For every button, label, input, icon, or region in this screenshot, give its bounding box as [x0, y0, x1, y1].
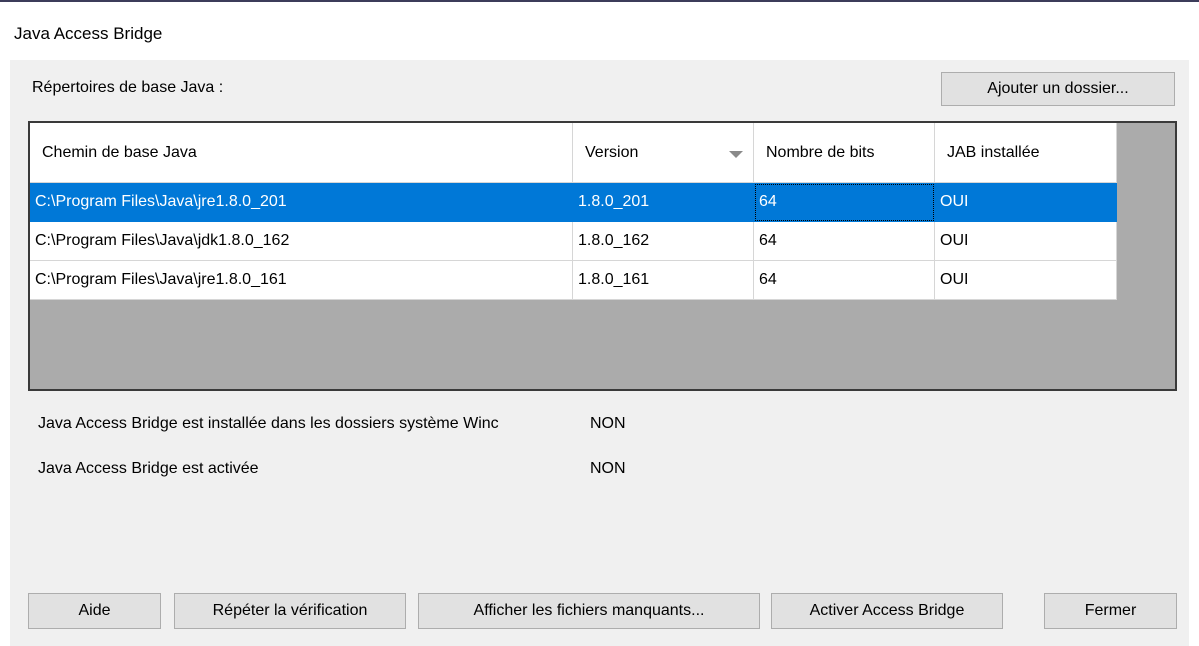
help-button[interactable]: Aide: [28, 593, 161, 629]
cell-path[interactable]: C:\Program Files\Java\jdk1.8.0_162: [30, 222, 573, 261]
cell-bits[interactable]: 64: [754, 183, 935, 222]
column-header-path[interactable]: Chemin de base Java: [30, 123, 573, 183]
table-row[interactable]: C:\Program Files\Java\jre1.8.0_161 1.8.0…: [30, 261, 1117, 300]
cell-jab[interactable]: OUI: [935, 183, 1117, 222]
enable-access-bridge-button[interactable]: Activer Access Bridge: [771, 593, 1003, 629]
cell-bits[interactable]: 64: [754, 261, 935, 300]
close-button[interactable]: Fermer: [1044, 593, 1177, 629]
cell-path[interactable]: C:\Program Files\Java\jre1.8.0_201: [30, 183, 573, 222]
java-home-grid[interactable]: Chemin de base Java Version Nombre de bi…: [28, 121, 1177, 391]
window-title: Java Access Bridge: [14, 24, 163, 43]
column-header-version[interactable]: Version: [573, 123, 754, 183]
jab-enabled-label: Java Access Bridge est activée: [38, 460, 259, 477]
title-bar: Java Access Bridge: [0, 2, 1199, 60]
cell-version[interactable]: 1.8.0_201: [573, 183, 754, 222]
jab-installed-label: Java Access Bridge est installée dans le…: [38, 415, 499, 432]
cell-version[interactable]: 1.8.0_162: [573, 222, 754, 261]
jab-enabled-value: NON: [590, 460, 626, 477]
java-home-dirs-label: Répertoires de base Java :: [32, 79, 224, 96]
cell-path[interactable]: C:\Program Files\Java\jre1.8.0_161: [30, 261, 573, 300]
cell-version[interactable]: 1.8.0_161: [573, 261, 754, 300]
table-row[interactable]: C:\Program Files\Java\jre1.8.0_201 1.8.0…: [30, 183, 1117, 222]
cell-jab[interactable]: OUI: [935, 222, 1117, 261]
cell-jab[interactable]: OUI: [935, 261, 1117, 300]
add-folder-button[interactable]: Ajouter un dossier...: [941, 72, 1175, 106]
table-row[interactable]: C:\Program Files\Java\jdk1.8.0_162 1.8.0…: [30, 222, 1117, 261]
column-header-jab[interactable]: JAB installée: [935, 123, 1117, 183]
sort-descending-icon: [729, 151, 743, 158]
cell-bits[interactable]: 64: [754, 222, 935, 261]
column-header-bits[interactable]: Nombre de bits: [754, 123, 935, 183]
jab-installed-value: NON: [590, 415, 626, 432]
recheck-button[interactable]: Répéter la vérification: [174, 593, 406, 629]
show-missing-files-button[interactable]: Afficher les fichiers manquants...: [418, 593, 760, 629]
